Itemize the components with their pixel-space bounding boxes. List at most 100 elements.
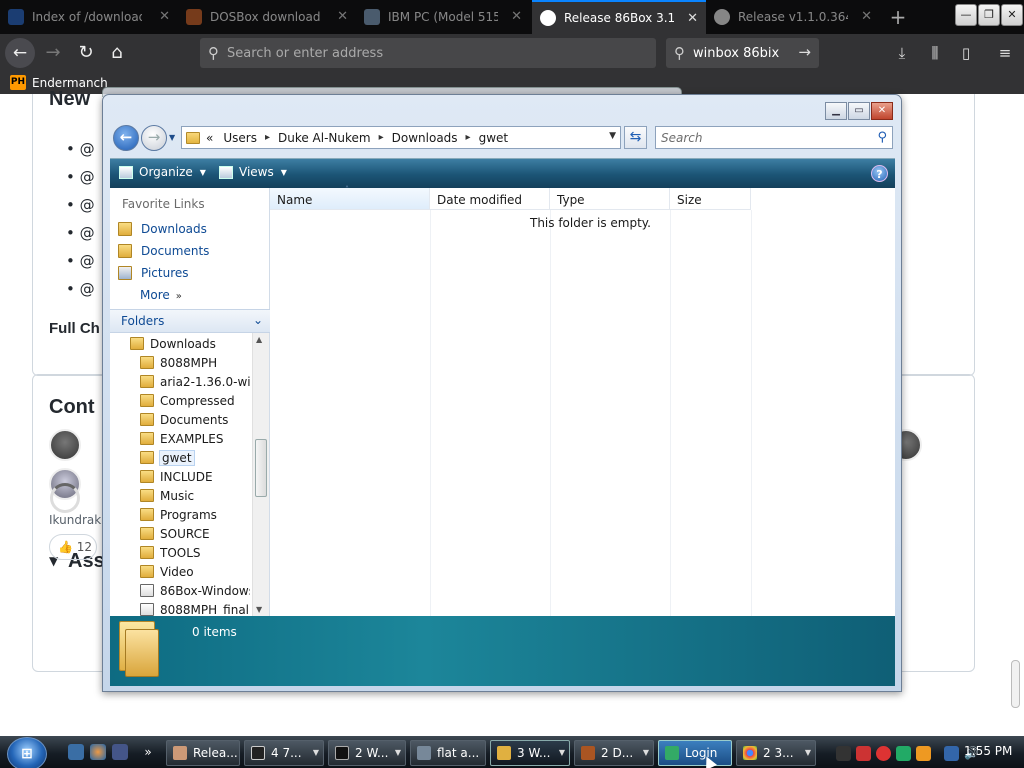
breadcrumb-gwet[interactable]: gwet <box>479 131 509 145</box>
search-go-icon[interactable]: → <box>798 43 811 61</box>
browser-icon[interactable] <box>90 744 106 760</box>
url-input[interactable] <box>227 45 627 61</box>
new-tab-button[interactable]: + <box>885 4 911 30</box>
tree-item[interactable]: 8088MPH <box>140 353 250 372</box>
help-icon[interactable]: ? <box>871 165 888 182</box>
close-icon[interactable]: ✕ <box>511 9 522 24</box>
views-button[interactable]: Views ▼ <box>219 165 287 179</box>
window-close-button[interactable]: ✕ <box>1001 4 1023 26</box>
explorer-forward-button[interactable]: → <box>141 125 167 151</box>
network-icon[interactable] <box>944 745 959 761</box>
folders-header[interactable]: Folders ⌄ <box>110 309 270 333</box>
tree-item[interactable]: Video <box>140 562 250 581</box>
scroll-thumb[interactable] <box>1011 660 1020 708</box>
tree-item-downloads[interactable]: Downloads <box>130 334 240 353</box>
taskbar-button-chrome[interactable]: 2 3... ▼ <box>736 740 816 766</box>
tab-index-of-download[interactable]: Index of /download ✕ <box>0 0 178 34</box>
explorer-close-button[interactable]: ✕ <box>871 102 893 120</box>
quick-launch-more-icon[interactable]: » <box>140 744 156 760</box>
library-icon[interactable]: ⫼ <box>924 42 946 64</box>
search-icon[interactable] <box>916 745 931 761</box>
taskbar-button-login[interactable]: Login <box>658 740 732 766</box>
taskbar-button-7zip[interactable]: 4 7... ▼ <box>244 740 324 766</box>
reload-button[interactable]: ↻ <box>71 38 101 68</box>
column-header-name[interactable]: ˄ Name <box>270 185 430 210</box>
breadcrumb-separator-icon[interactable]: ▸ <box>379 132 384 143</box>
more-links[interactable]: More » <box>140 288 182 302</box>
tray-app-icon[interactable] <box>836 745 851 761</box>
monitor-icon[interactable] <box>112 744 128 760</box>
close-icon[interactable]: ✕ <box>687 11 698 26</box>
tree-item[interactable]: TOOLS <box>140 543 250 562</box>
menu-icon[interactable]: ≡ <box>994 42 1016 64</box>
tree-item[interactable]: EXAMPLES <box>140 429 250 448</box>
scroll-up-icon[interactable]: ▲ <box>256 335 262 344</box>
error-icon[interactable] <box>876 745 891 761</box>
favorite-link-pictures[interactable]: Pictures <box>118 266 189 280</box>
breadcrumb-overflow[interactable]: « <box>206 131 213 145</box>
tree-scrollbar[interactable]: ▲ ▼ <box>252 333 269 616</box>
tree-item[interactable]: Music <box>140 486 250 505</box>
taskbar-button-dosbox[interactable]: 2 D... ▼ <box>574 740 654 766</box>
taskbar-button-cmd[interactable]: 2 W... ▼ <box>328 740 406 766</box>
full-changelog-link[interactable]: Full Ch <box>49 320 100 337</box>
column-header-date-modified[interactable]: Date modified <box>430 188 550 210</box>
tree-item[interactable]: 8088MPH_final.z <box>140 600 250 616</box>
favorite-link-documents[interactable]: Documents <box>118 244 209 258</box>
recent-pages-dropdown-icon[interactable]: ▼ <box>169 133 175 142</box>
explorer-search-input[interactable] <box>656 130 866 145</box>
tree-item[interactable]: aria2-1.36.0-win- <box>140 372 250 391</box>
address-dropdown-icon[interactable]: ▼ <box>609 131 616 141</box>
explorer-maximize-button[interactable]: ▭ <box>848 102 870 120</box>
tab-release-86box[interactable]: Release 86Box 3.11 · 86 ✕ <box>532 0 706 34</box>
tree-item[interactable]: Documents <box>140 410 250 429</box>
download-icon[interactable]: ⤓ <box>891 42 913 64</box>
clock[interactable]: 1:55 PM <box>964 744 1012 758</box>
scroll-down-icon[interactable]: ▼ <box>256 605 262 614</box>
tree-item-selected[interactable]: gwet <box>140 448 195 467</box>
tab-dosbox-download[interactable]: DOSBox download | ✕ <box>178 0 356 34</box>
search-icon[interactable]: ⚲ <box>877 130 887 145</box>
avatar[interactable] <box>49 429 81 461</box>
favorite-link-downloads[interactable]: Downloads <box>118 222 207 236</box>
page-scrollbar[interactable] <box>1006 660 1024 732</box>
explorer-back-button[interactable]: ← <box>113 125 139 151</box>
search-bar[interactable]: ⚲ winbox 86bix → <box>666 38 819 68</box>
sidebar-icon[interactable]: ▯ <box>955 42 977 64</box>
window-restore-button[interactable]: ❐ <box>978 4 1000 26</box>
tree-item[interactable]: INCLUDE <box>140 467 250 486</box>
explorer-minimize-button[interactable]: ▁ <box>825 102 847 120</box>
breadcrumb-downloads[interactable]: Downloads <box>392 131 458 145</box>
back-button[interactable]: ← <box>5 38 35 68</box>
taskbar-button-flat[interactable]: flat a... <box>410 740 486 766</box>
address-bar[interactable]: « Users ▸ Duke Al-Nukem ▸ Downloads ▸ gw… <box>181 126 621 149</box>
tray-app-icon[interactable] <box>856 745 871 761</box>
tray-app-icon[interactable] <box>896 745 911 761</box>
tree-item[interactable]: 86Box-Windows- <box>140 581 250 600</box>
close-icon[interactable]: ✕ <box>159 9 170 24</box>
url-bar[interactable]: ⚲ <box>200 38 656 68</box>
organize-button[interactable]: Organize ▼ <box>119 165 206 179</box>
refresh-button[interactable]: ⇆ <box>624 126 647 149</box>
column-header-type[interactable]: Type <box>550 188 670 210</box>
taskbar-button-explorer[interactable]: 3 W... ▼ <box>490 740 570 766</box>
breadcrumb-separator-icon[interactable]: ▸ <box>265 132 270 143</box>
tree-item[interactable]: SOURCE <box>140 524 250 543</box>
breadcrumb-user[interactable]: Duke Al-Nukem <box>278 131 371 145</box>
tab-ibm-pc[interactable]: IBM PC (Model 515 ✕ <box>356 0 530 34</box>
search-text[interactable]: winbox 86bix <box>693 46 779 61</box>
breadcrumb-users[interactable]: Users <box>223 131 257 145</box>
column-header-size[interactable]: Size <box>670 188 751 210</box>
reaction-button[interactable]: 👍 12 <box>49 534 97 560</box>
taskbar-button-release[interactable]: Relea... <box>166 740 240 766</box>
window-minimize-button[interactable]: — <box>955 4 977 26</box>
forward-button[interactable]: → <box>38 38 68 68</box>
home-button[interactable]: ⌂ <box>102 38 132 68</box>
close-icon[interactable]: ✕ <box>861 9 872 24</box>
start-button[interactable]: ⊞ <box>7 737 47 768</box>
show-desktop-icon[interactable] <box>68 744 84 760</box>
explorer-search-box[interactable]: ⚲ <box>655 126 893 149</box>
tree-item[interactable]: Compressed <box>140 391 250 410</box>
close-icon[interactable]: ✕ <box>337 9 348 24</box>
breadcrumb-separator-icon[interactable]: ▸ <box>466 132 471 143</box>
